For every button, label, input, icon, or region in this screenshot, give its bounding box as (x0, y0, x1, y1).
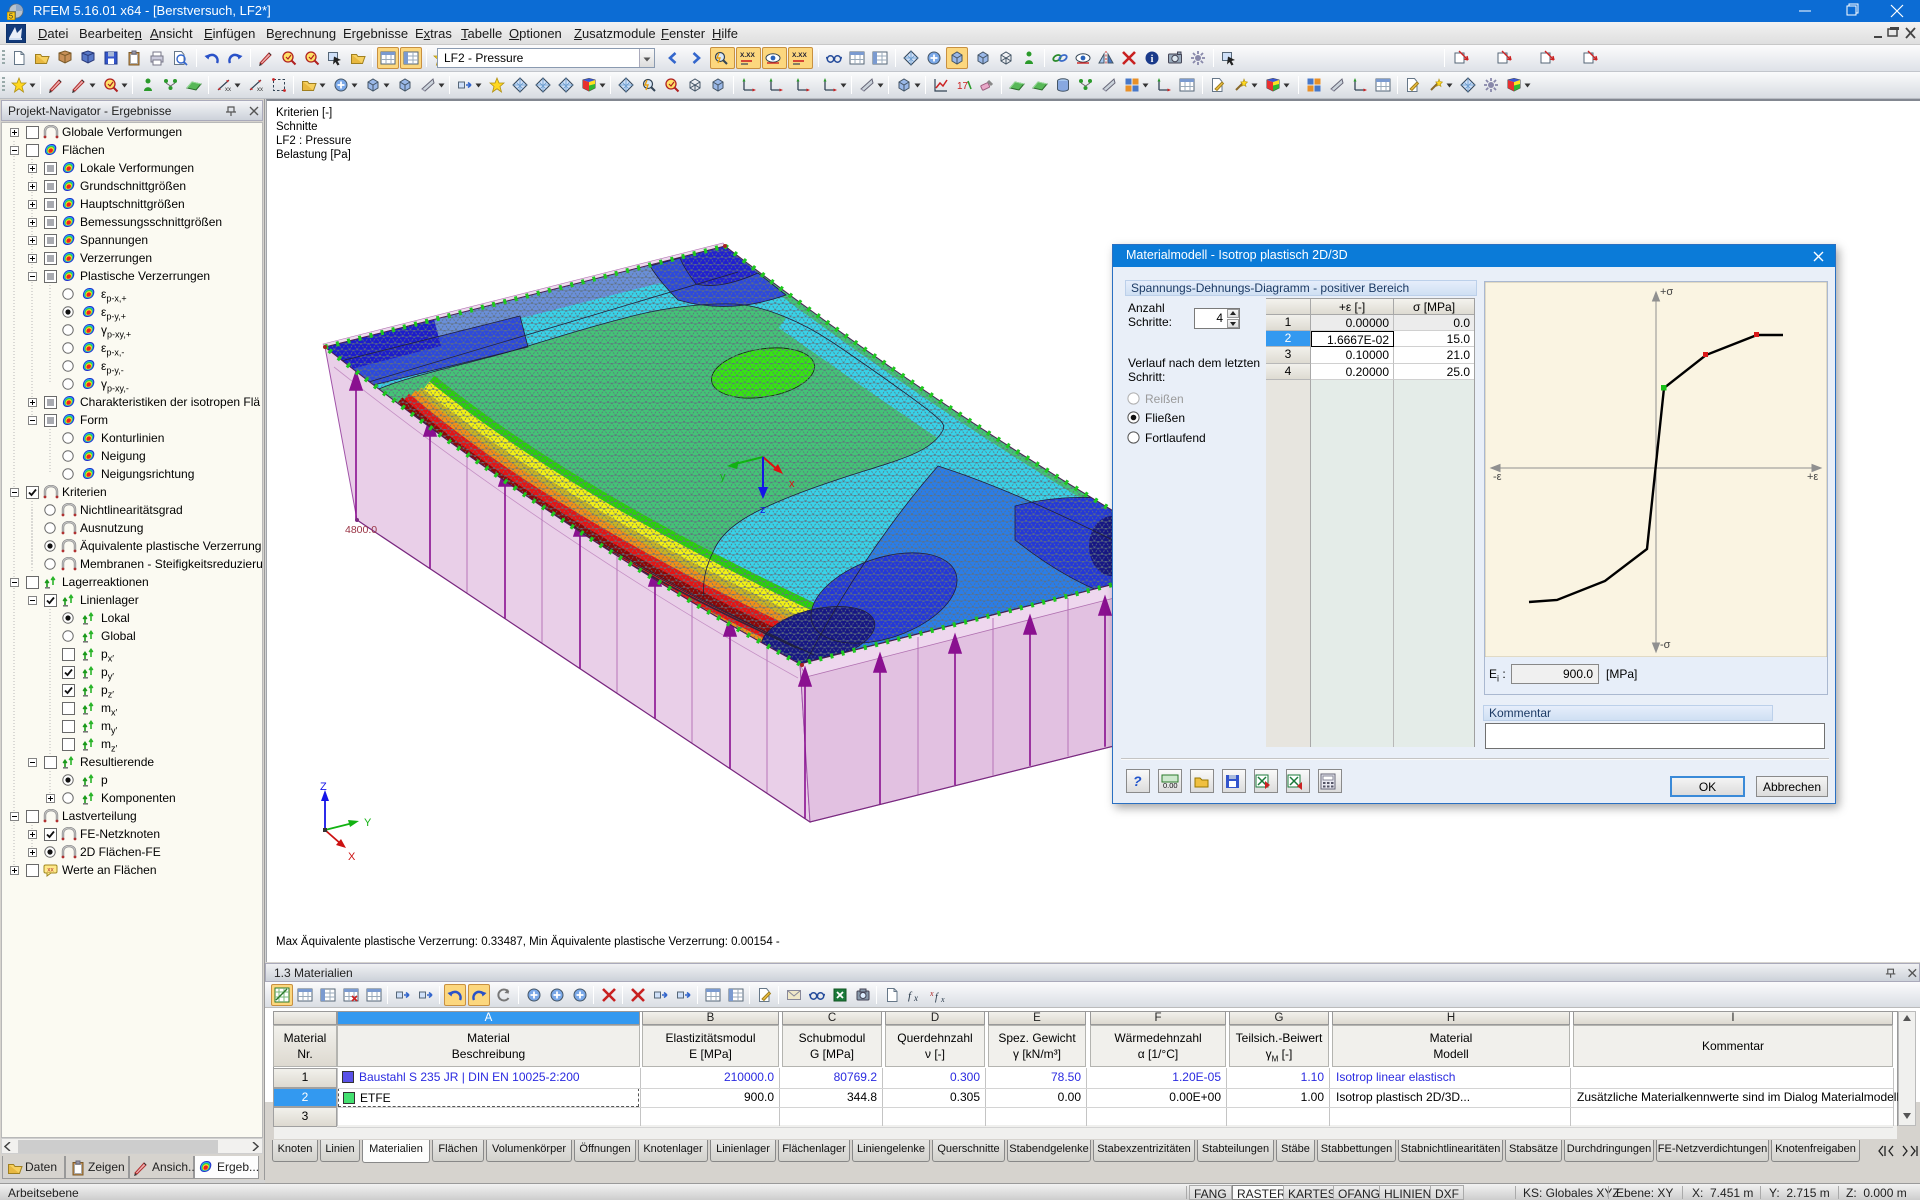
svg-text:?: ? (1133, 773, 1142, 789)
svg-text:-σ: -σ (1660, 639, 1671, 651)
svg-text:z: z (760, 504, 766, 516)
svg-text:0.00: 0.00 (1163, 781, 1178, 790)
svg-text:+σ: +σ (1660, 286, 1673, 298)
svg-text:X: X (348, 851, 356, 863)
svg-text:x: x (789, 478, 795, 490)
svg-text:Z: Z (320, 781, 327, 793)
svg-text:4800.0: 4800.0 (345, 524, 377, 536)
svg-text:+ε: +ε (1807, 471, 1818, 483)
svg-text:-ε: -ε (1493, 471, 1502, 483)
svg-text:y: y (720, 471, 726, 483)
svg-text:5: 5 (9, 12, 13, 21)
svg-text:Y: Y (364, 817, 372, 829)
